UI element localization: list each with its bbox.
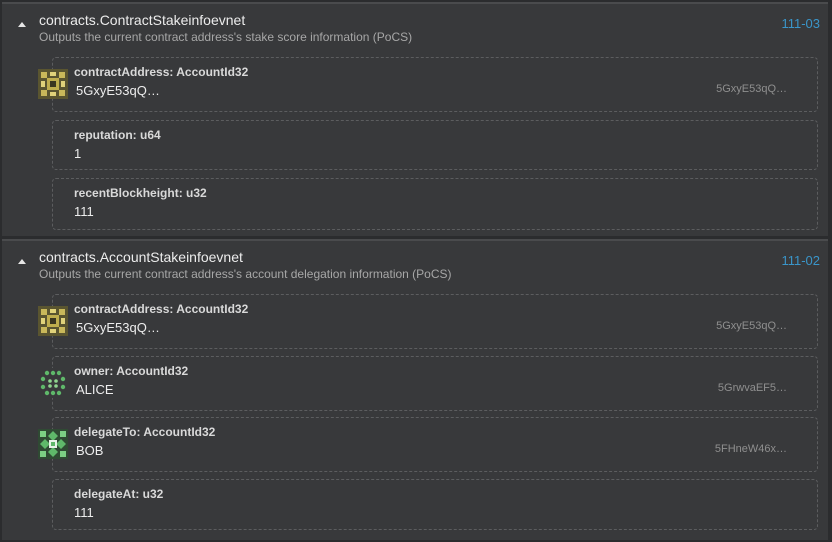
- event-block-link[interactable]: 111-03: [781, 16, 820, 31]
- param-value: 111: [74, 505, 94, 520]
- event-header[interactable]: contracts.AccountStakeinfoevnet Outputs …: [2, 241, 828, 289]
- param-value: 111: [74, 204, 94, 219]
- param-reputation: reputation: u64 1: [52, 120, 818, 170]
- param-label: owner: AccountId32: [74, 364, 189, 378]
- identicon-green-dots-icon[interactable]: [38, 368, 68, 398]
- event-card: contracts.AccountStakeinfoevnet Outputs …: [2, 239, 828, 540]
- param-owner: owner: AccountId32 ALICE 5GrwvaEF5…: [38, 356, 818, 411]
- param-label: delegateTo: AccountId32: [74, 425, 216, 439]
- event-block-link[interactable]: 111-02: [781, 253, 820, 268]
- identicon-green-diamond-icon[interactable]: [38, 429, 68, 459]
- event-description: Outputs the current contract address's a…: [39, 267, 452, 281]
- event-header[interactable]: contracts.ContractStakeinfoevnet Outputs…: [2, 4, 828, 52]
- param-value[interactable]: 5GxyE53qQ…: [76, 83, 160, 98]
- param-recent-blockheight: recentBlockheight: u32 111: [52, 178, 818, 230]
- param-contract-address: contractAddress: AccountId32 5GxyE53qQ… …: [38, 294, 818, 349]
- param-value[interactable]: 5GxyE53qQ…: [76, 320, 160, 335]
- param-label: contractAddress: AccountId32: [74, 65, 249, 79]
- param-label: delegateAt: u32: [74, 487, 164, 501]
- param-label: reputation: u64: [74, 128, 161, 142]
- param-delegate-to: delegateTo: AccountId32 BOB 5FHneW46x…: [38, 417, 818, 472]
- param-delegate-at: delegateAt: u32 111: [52, 479, 818, 530]
- param-address-short: 5FHneW46x…: [714, 443, 787, 455]
- event-card: contracts.ContractStakeinfoevnet Outputs…: [2, 2, 828, 236]
- identicon-gold-icon[interactable]: [38, 69, 68, 99]
- param-value[interactable]: ALICE: [76, 382, 114, 397]
- param-label: recentBlockheight: u32: [74, 186, 207, 200]
- chevron-up-icon[interactable]: [18, 22, 26, 27]
- param-value: 1: [74, 146, 82, 161]
- param-address-short: 5GxyE53qQ…: [716, 320, 787, 332]
- event-title: contracts.AccountStakeinfoevnet: [39, 249, 243, 265]
- identicon-gold-icon[interactable]: [38, 306, 68, 336]
- param-value[interactable]: BOB: [76, 443, 103, 458]
- event-description: Outputs the current contract address's s…: [39, 30, 413, 44]
- event-title: contracts.ContractStakeinfoevnet: [39, 12, 246, 28]
- param-address-short: 5GxyE53qQ…: [716, 83, 787, 95]
- chevron-up-icon[interactable]: [18, 259, 26, 264]
- param-contract-address: contractAddress: AccountId32 5GxyE53qQ… …: [38, 57, 818, 112]
- param-label: contractAddress: AccountId32: [74, 302, 249, 316]
- param-address-short: 5GrwvaEF5…: [717, 382, 787, 394]
